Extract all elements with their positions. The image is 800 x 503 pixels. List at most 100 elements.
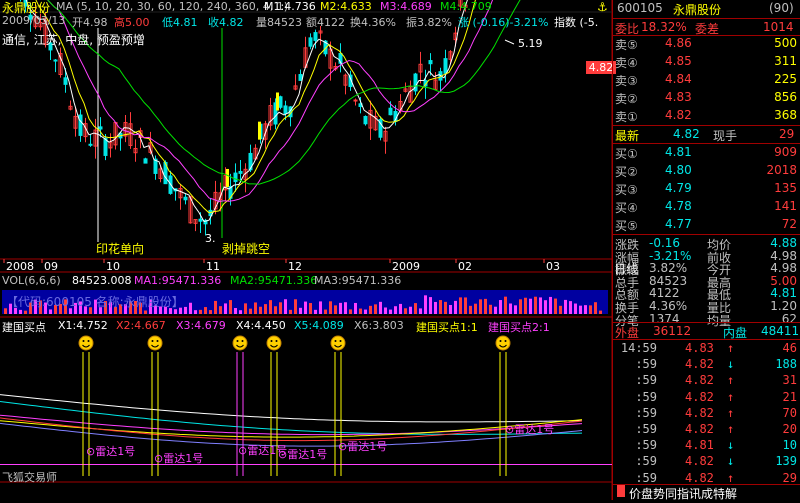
ma-m4: M4:4.709 — [440, 0, 492, 13]
volume-bar — [474, 303, 477, 314]
smiley-eye — [504, 340, 507, 342]
volume-bar — [384, 307, 387, 314]
candle-body — [363, 115, 368, 125]
chart-area[interactable]: 5.004.504.003.503.00 2008091011122009020… — [0, 0, 662, 500]
candle-body — [53, 59, 58, 62]
volume-bar — [454, 300, 457, 314]
tick-price: 4.82 — [685, 357, 714, 372]
vol-ma2: MA2:95471.336 — [230, 274, 318, 287]
inner-label: 内盘 — [723, 326, 748, 340]
volume-bar — [469, 305, 472, 314]
tick-time: :59 — [635, 357, 657, 372]
indicator-line — [0, 394, 583, 423]
info-change: 涨 (-0.16)-3.21% — [458, 16, 549, 29]
bid-row: 买④ 4.78 141 — [613, 198, 800, 216]
signal-label: ⊙雷达1号 — [278, 448, 327, 461]
volume-bar — [424, 295, 427, 314]
tick-volume: 10 — [782, 438, 797, 453]
tick-row: :59 4.82 ↑ 20 — [613, 421, 800, 439]
smiley-eye — [499, 340, 502, 342]
ask-label: 卖⑤ — [615, 38, 638, 52]
ma-m1: M1:4.736 — [264, 0, 316, 13]
indicator-signals: ⊙雷达1号⊙雷达1号⊙雷达1号⊙雷达1号⊙雷达1号⊙雷达1号 — [78, 335, 554, 476]
volume-bar — [339, 302, 342, 314]
weibi-row: 委比 18.32% 委差 1014 — [613, 18, 800, 36]
ask-volume: 368 — [774, 108, 797, 122]
volume-bar — [569, 301, 572, 314]
ask-row: 卖⑤ 4.86 500 — [613, 35, 800, 53]
stats-list: 涨跌 -0.16 均价 4.88 涨幅 -3.21% 前收 4.98 振幅 3.82% 今开 4.98… — [613, 234, 800, 328]
ind-x6: X6:3.803 — [354, 319, 404, 332]
kline-chart[interactable]: 5.004.504.003.503.00 2008091011122009020… — [0, 0, 662, 500]
tick-row: :59 4.81 ↓ 10 — [613, 437, 800, 455]
volume-bar — [359, 308, 362, 314]
tick-time: :59 — [635, 422, 657, 436]
bid-volume: 2018 — [766, 163, 797, 177]
tick-arrow: ↓ — [727, 357, 735, 372]
volume-bar — [364, 309, 367, 314]
stat-row: 涨跌 -0.16 均价 4.88 — [613, 235, 800, 252]
volume-bar — [219, 306, 222, 314]
footer-indicator — [617, 485, 625, 497]
bid-price: 4.78 — [665, 199, 692, 213]
vol-ma1: MA1:95471.336 — [134, 274, 222, 287]
ask-label: 卖① — [615, 110, 638, 124]
candle-body — [88, 143, 93, 146]
candle-body — [98, 126, 103, 130]
quote-header: 600105 永鼎股份 (90) — [613, 0, 800, 18]
annotation-gap: 剥掉跳空 — [222, 242, 270, 256]
outer-label: 外盘 — [615, 326, 640, 340]
info-header: 2009/03/13 开4.98 高5.00 低4.81 收4.82 量8452… — [0, 14, 612, 29]
ind-x3: X3:4.679 — [176, 319, 226, 332]
pin-icon[interactable]: ⚓ — [597, 0, 608, 14]
ma-header: 永鼎股份 MA (5, 10, 20, 30, 60, 120, 240, 36… — [0, 0, 612, 15]
candle-body-highlight — [226, 168, 229, 187]
bid-row: 买③ 4.79 135 — [613, 180, 800, 198]
outer-value: 36112 — [653, 324, 692, 338]
bid-price: 4.77 — [665, 217, 692, 231]
volume-bar — [204, 307, 207, 314]
smiley-icon — [147, 335, 163, 351]
tick-time: :59 — [635, 373, 657, 388]
hand-label: 现手 — [713, 129, 738, 143]
volume-bar — [509, 303, 512, 314]
volume-bar — [259, 306, 262, 314]
volume-bar — [564, 299, 567, 314]
tick-arrow: ↑ — [727, 470, 735, 485]
ask-row: 卖③ 4.84 225 — [613, 71, 800, 89]
signal-label: ⊙雷达1号 — [338, 440, 387, 453]
volume-bar — [599, 310, 602, 314]
ind-x5: X5:4.089 — [294, 319, 344, 332]
tick-price: 4.82 — [685, 389, 714, 404]
volume-bar — [374, 304, 377, 314]
volume-bar — [369, 305, 372, 314]
volume-bar — [489, 304, 492, 314]
ask-row: 卖① 4.82 368 — [613, 107, 800, 125]
candle-body — [233, 172, 238, 183]
tick-volume: 20 — [782, 422, 797, 436]
tick-row: :59 4.82 ↑ 31 — [613, 372, 800, 390]
candle-body — [198, 218, 203, 222]
volume-bar — [449, 304, 452, 314]
tick-price: 4.82 — [685, 470, 714, 485]
hand-value: 29 — [779, 127, 795, 141]
inner-value: 48411 — [761, 324, 800, 338]
outer-inner-row: 外盘 36112 内盘 48411 — [613, 322, 800, 340]
footer-tabs[interactable]: 价盘势同指讯成特解 — [629, 485, 737, 502]
volume-bar — [279, 302, 282, 314]
smiley-icon — [232, 335, 248, 351]
candle-body — [353, 99, 358, 102]
ma-m3: M3:4.689 — [380, 0, 432, 13]
candle-body — [278, 96, 283, 108]
tick-arrow: ↓ — [727, 454, 735, 469]
tick-row: :59 4.82 ↑ 21 — [613, 389, 800, 407]
candle-body — [183, 196, 188, 201]
tick-time: 14:59 — [620, 341, 657, 355]
candle-body — [443, 58, 448, 74]
volume-bar — [329, 301, 332, 314]
bid-label: 买① — [615, 147, 638, 161]
tick-volume: 31 — [782, 373, 797, 388]
volume-bar — [304, 301, 307, 314]
software-name: 飞狐交易师 — [2, 471, 57, 484]
tick-volume: 188 — [775, 357, 797, 372]
